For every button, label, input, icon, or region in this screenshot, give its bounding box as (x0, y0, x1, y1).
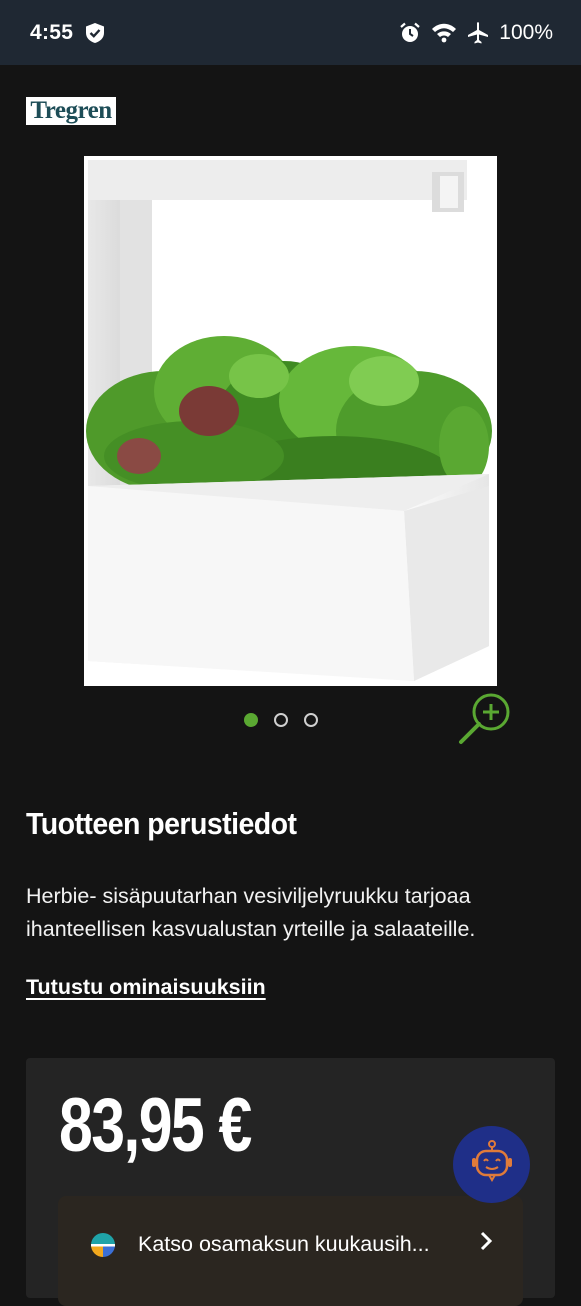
gallery-dot-2[interactable] (274, 713, 288, 727)
battery-level: 100% (499, 20, 553, 44)
brand-logo[interactable]: Tregren (26, 97, 116, 125)
price: 83,95 € (59, 1083, 252, 1168)
status-icons: 100% (399, 21, 553, 45)
wifi-icon (431, 23, 457, 43)
product-image[interactable] (84, 156, 497, 686)
chatbot-button[interactable] (453, 1126, 530, 1203)
installment-label: Katso osamaksun kuukausih... (138, 1232, 430, 1256)
chevron-right-icon (479, 1230, 493, 1259)
zoom-icon[interactable] (456, 690, 514, 748)
payment-provider-icon (90, 1232, 116, 1258)
alarm-icon (399, 22, 421, 44)
product-description: Herbie- sisäpuutarhan vesiviljelyruukku … (26, 884, 476, 941)
features-link[interactable]: Tutustu ominaisuuksiin (26, 975, 266, 1000)
robot-icon (469, 1139, 515, 1190)
shield-icon (85, 22, 105, 44)
section-title: Tuotteen perustiedot (26, 806, 297, 841)
status-time: 4:55 (30, 20, 74, 44)
gallery-dot-3[interactable] (304, 713, 318, 727)
installment-button[interactable]: Katso osamaksun kuukausih... (58, 1196, 523, 1306)
status-bar: 4:55 100% (0, 0, 581, 65)
airplane-icon (467, 21, 489, 44)
gallery-pagination (244, 713, 318, 727)
gallery-dot-1[interactable] (244, 713, 258, 727)
